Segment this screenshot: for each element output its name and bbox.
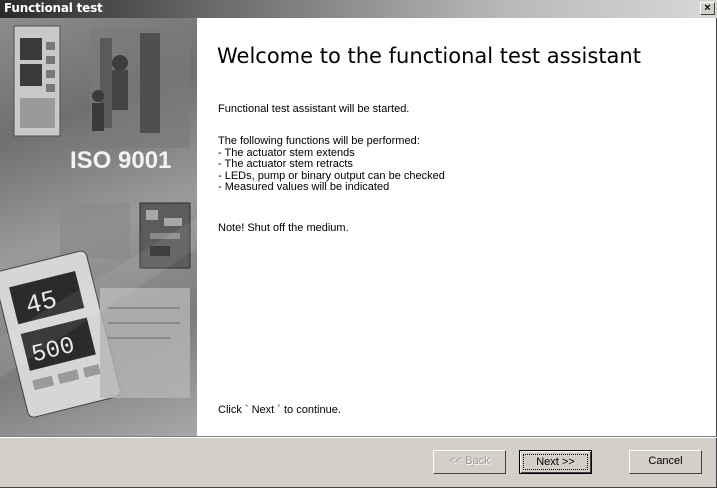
- content-panel: Welcome to the functional test assistant…: [197, 18, 716, 436]
- list-item: - The actuator stem retracts: [218, 158, 353, 170]
- sidebar-illustration: ISO 9001 45 500: [0, 18, 197, 436]
- functions-header: The following functions will be performe…: [218, 135, 420, 147]
- illustration-image: ISO 9001 45 500: [0, 25, 197, 418]
- functional-test-dialog: Functional test × ISO 9001 45 500 Welcom…: [0, 0, 717, 488]
- cancel-button[interactable]: Cancel: [629, 450, 702, 474]
- back-button-label: << Back: [449, 455, 490, 467]
- back-button[interactable]: << Back: [433, 450, 506, 474]
- iso-9001-text: ISO 9001: [70, 147, 171, 174]
- list-item: - Measured values will be indicated: [218, 181, 390, 193]
- functions-list: The following functions will be performe…: [218, 135, 445, 194]
- note-text: Note! Shut off the medium.: [218, 222, 349, 234]
- title-bar[interactable]: Functional test ×: [0, 0, 717, 18]
- page-title: Welcome to the functional test assistant: [217, 44, 641, 68]
- next-button[interactable]: Next >>: [519, 450, 592, 474]
- close-icon: ×: [704, 2, 711, 14]
- close-button[interactable]: ×: [700, 2, 715, 15]
- window-title: Functional test: [4, 1, 103, 15]
- divider: [0, 436, 717, 438]
- intro-text: Functional test assistant will be starte…: [218, 103, 410, 115]
- cancel-button-label: Cancel: [648, 455, 683, 467]
- next-button-label: Next >>: [523, 454, 588, 470]
- continue-hint: Click ` Next ´ to continue.: [218, 404, 341, 416]
